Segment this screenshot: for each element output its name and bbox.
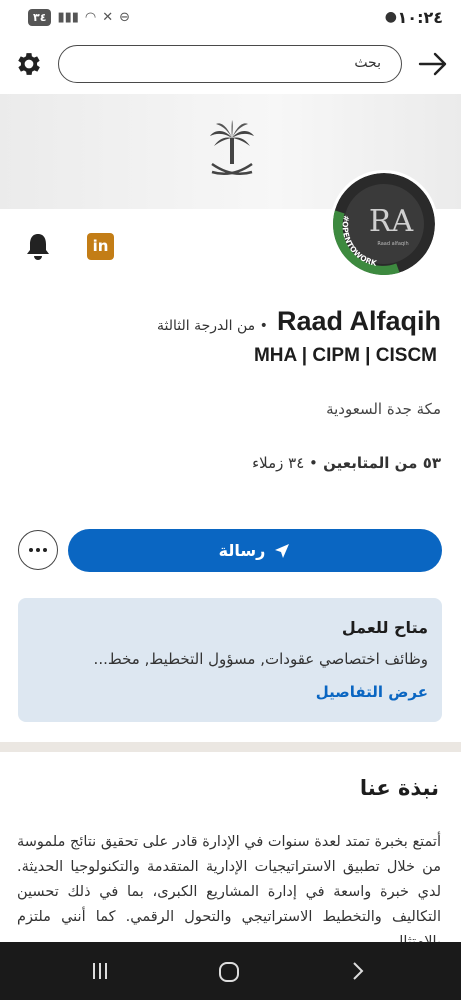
mute-icon: ✕ [102,10,114,25]
top-bar: بحث [0,38,461,94]
profile-name-line: Raad Alfaqih • من الدرجة الثالثة [157,306,441,337]
more-dot [29,548,33,552]
open-to-work-details-link[interactable]: عرض التفاصيل [316,683,428,701]
system-nav-bar [0,942,461,1000]
recent-apps-icon[interactable] [90,961,110,981]
message-button[interactable]: رسالة [68,529,442,572]
nav-back-icon[interactable] [350,960,366,982]
notification-icon: ● [384,9,397,25]
gear-icon[interactable] [14,49,44,79]
open-to-work-roles: وظائف اختصاصي عقودات, مسؤول التخطيط, مخط… [93,650,428,668]
status-bar: ٣٤ ▮▮▮ ◠ ✕ ⊖ ● ١٠:٢٤ [0,0,461,38]
profile-name: Raad Alfaqih [276,306,441,336]
avatar-image: #OPENTOWORK RA Raad alfaqih [333,173,435,275]
wifi-icon: ◠ [84,10,97,25]
about-section: نبذة عنا أتمتع بخبرة تمتد لعدة سنوات في … [0,752,461,972]
open-to-work-title: متاح للعمل [341,618,428,637]
signal-icon: ▮▮▮ [57,10,79,25]
status-time: ١٠:٢٤ [397,8,443,27]
send-icon [275,543,290,558]
battery-indicator: ٣٤ [28,9,52,26]
open-to-work-card[interactable]: متاح للعمل وظائف اختصاصي عقودات, مسؤول ا… [18,598,442,722]
linkedin-icon[interactable]: in [87,233,114,260]
message-button-label: رسالة [218,541,266,560]
followers-count[interactable]: ٥٣ من المتابعين [323,454,441,472]
section-divider [0,742,461,752]
back-arrow-icon[interactable] [417,49,449,79]
about-text[interactable]: أتمتع بخبرة تمتد لعدة سنوات في الإدارة ق… [17,830,441,955]
avatar-initials: RA [369,204,414,239]
bell-icon[interactable] [22,230,54,262]
palm-swords-emblem-icon [210,120,254,175]
status-icons: ٣٤ ▮▮▮ ◠ ✕ ⊖ [28,9,130,26]
home-icon[interactable] [218,961,240,983]
search-input[interactable]: بحث [58,45,402,83]
search-placeholder: بحث [354,55,381,71]
dnd-icon: ⊖ [119,10,131,25]
profile-location: مكة جدة السعودية [326,400,441,418]
about-title: نبذة عنا [359,776,439,800]
avatar-caption: Raad alfaqih [377,241,408,247]
connection-degree: • من الدرجة الثالثة [157,318,268,334]
connections-count[interactable]: • ٣٤ زملاء [252,454,318,472]
more-options-button[interactable] [18,530,58,570]
more-dot [36,548,40,552]
profile-counts: ٥٣ من المتابعين • ٣٤ زملاء [252,454,441,472]
profile-headline: MHA | CIPM | CISCM [253,345,437,366]
more-dot [43,548,47,552]
profile-avatar[interactable]: #OPENTOWORK RA Raad alfaqih [330,170,438,278]
